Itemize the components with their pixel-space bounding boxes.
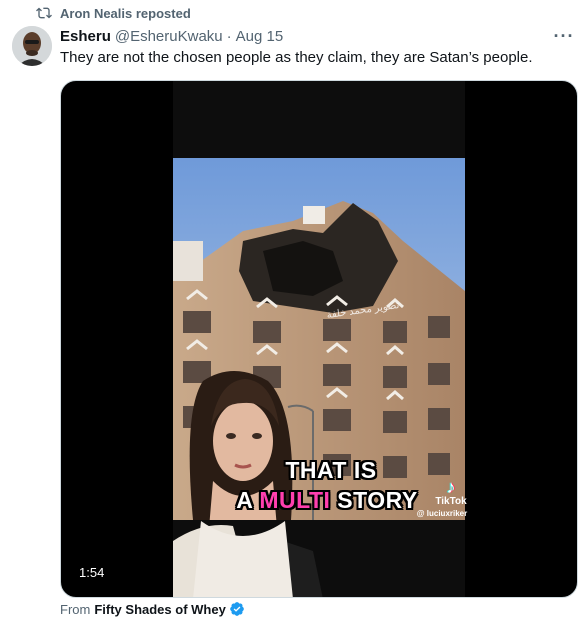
repost-indicator[interactable]: Aron Nealis reposted	[36, 4, 191, 22]
video-thumbnail	[173, 81, 465, 597]
tiktok-logo: ♪ TikTok	[431, 477, 471, 507]
video-duration: 1:54	[73, 564, 111, 581]
repost-icon	[36, 7, 52, 19]
caption-highlight: MULTI	[259, 487, 331, 513]
avatar[interactable]	[12, 26, 52, 66]
tiktok-note-icon: ♪	[446, 477, 456, 497]
author-name[interactable]: Esheru	[60, 28, 111, 45]
tiktok-brand: TikTok	[435, 496, 467, 507]
separator-dot: ·	[226, 27, 232, 45]
source-account-link[interactable]: Fifty Shades of Whey	[94, 602, 225, 617]
tweet-text: They are not the chosen people as they c…	[60, 49, 533, 66]
caption-part-1: A	[236, 487, 260, 513]
more-options-icon[interactable]: ···	[552, 26, 576, 46]
video-frame: تصوير محمد خلفة THAT IS A MULTI STORY ♪ …	[173, 81, 467, 597]
from-label: From	[60, 601, 91, 617]
tiktok-username: @ luciuxriker	[416, 509, 468, 518]
tweet-date[interactable]: Aug 15	[236, 28, 284, 45]
verified-badge-icon	[229, 602, 244, 616]
avatar-image	[12, 26, 52, 66]
source-attribution: From Fifty Shades of Whey	[60, 600, 245, 618]
video-player[interactable]: تصوير محمد خلفة THAT IS A MULTI STORY ♪ …	[60, 80, 578, 598]
tweet-header: Esheru @EsheruKwaku · Aug 15	[60, 26, 283, 46]
repost-text: Aron Nealis reposted	[60, 5, 191, 21]
author-handle[interactable]: @EsheruKwaku	[115, 28, 223, 45]
